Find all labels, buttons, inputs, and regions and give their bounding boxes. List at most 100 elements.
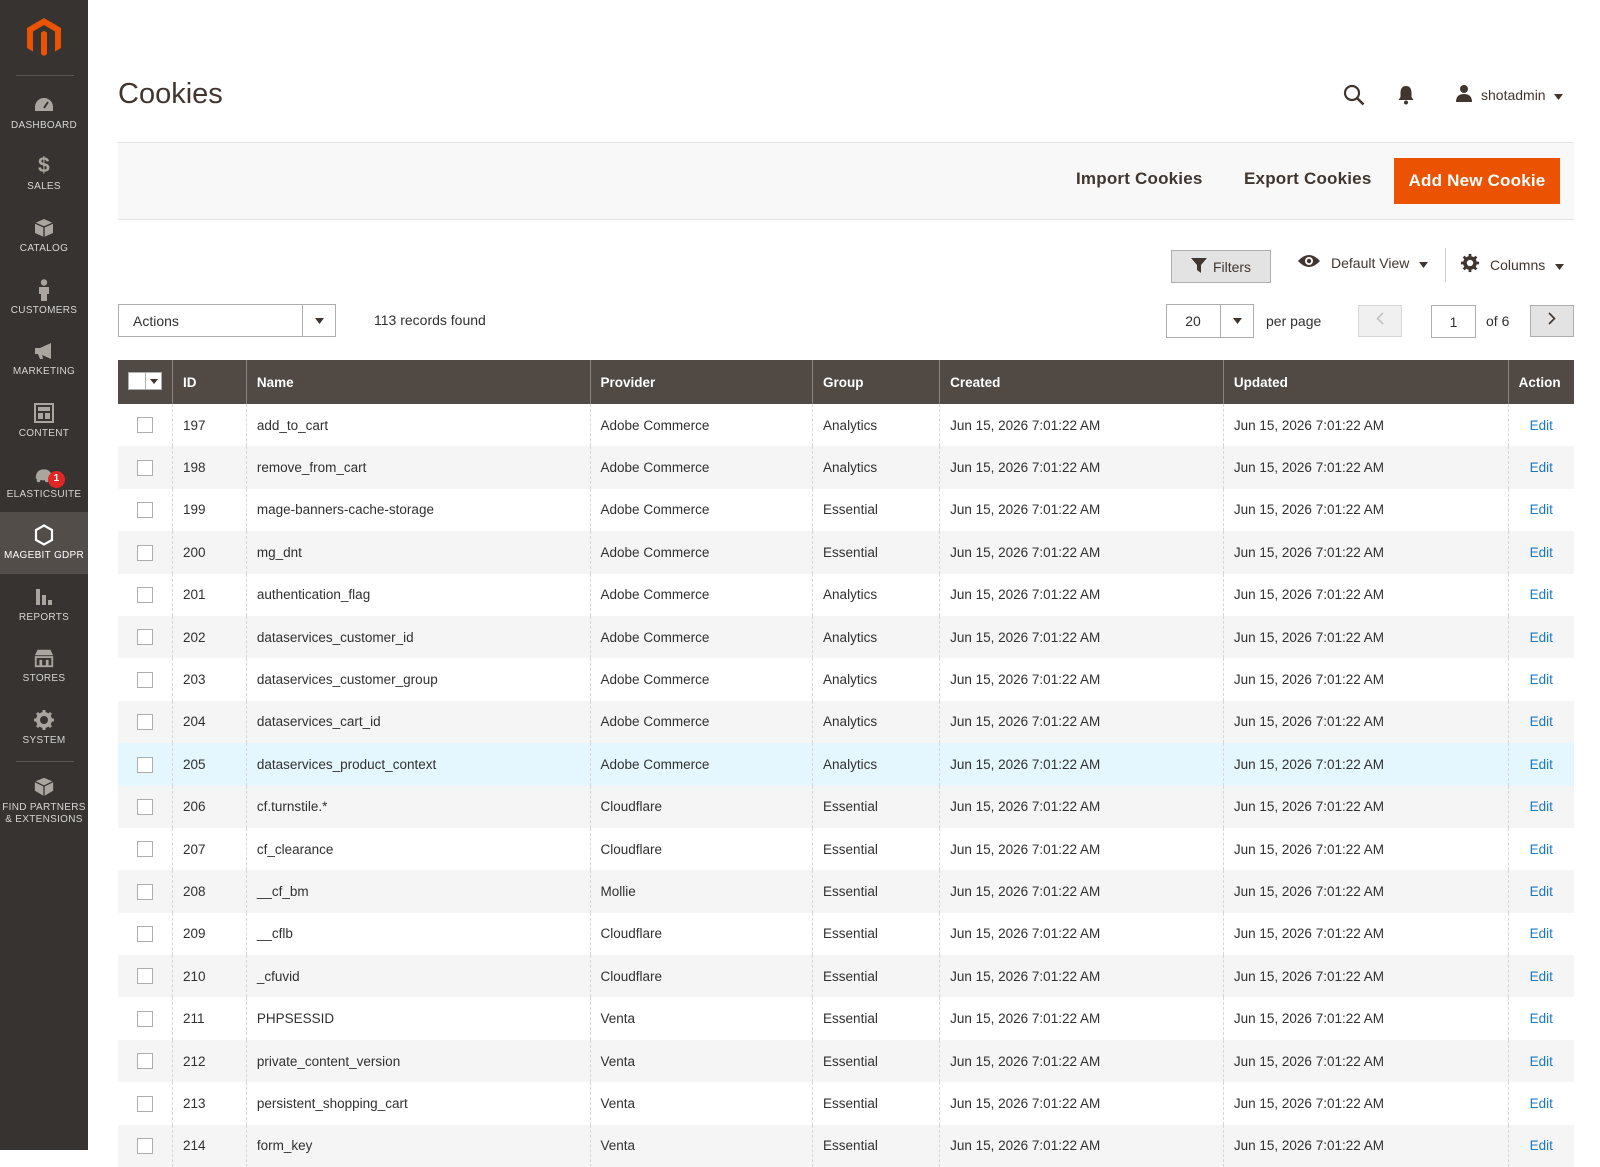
row-select-checkbox[interactable] <box>137 586 153 603</box>
edit-link[interactable]: Edit <box>1530 1011 1553 1026</box>
row-select-checkbox[interactable] <box>137 756 153 773</box>
row-select-checkbox[interactable] <box>137 629 153 646</box>
table-row[interactable]: 208 __cf_bm Mollie Essential Jun 15, 2026 7:… <box>118 870 1574 913</box>
table-row[interactable]: 210 _cfuvid Cloudflare Essential Jun 15, 202… <box>118 955 1574 998</box>
previous-page-button[interactable] <box>1358 305 1402 337</box>
sidebar-item-sales[interactable]: $ SALES <box>0 143 88 205</box>
edit-link[interactable]: Edit <box>1530 630 1553 645</box>
row-select-checkbox[interactable] <box>137 926 153 943</box>
table-row[interactable]: 205 dataservices_product_context Adobe Com… <box>118 743 1574 786</box>
row-select-checkbox[interactable] <box>137 671 153 688</box>
sidebar-item-content[interactable]: CONTENT <box>0 390 88 452</box>
edit-link[interactable]: Edit <box>1530 714 1553 729</box>
table-row[interactable]: 200 mg_dnt Adobe Commerce Essential Jun 15, … <box>118 531 1574 574</box>
import-cookies-button[interactable]: Import Cookies <box>1076 169 1203 189</box>
table-row[interactable]: 206 cf.turnstile.* Cloudflare Essential Jun … <box>118 785 1574 828</box>
cell-updated: Jun 15, 2026 7:01:22 AM <box>1222 531 1509 574</box>
table-row[interactable]: 198 remove_from_cart Adobe Commerce Analyti… <box>118 446 1574 489</box>
row-select-checkbox[interactable] <box>137 544 153 561</box>
edit-link[interactable]: Edit <box>1530 799 1553 814</box>
column-header-created[interactable]: Created <box>939 360 1224 404</box>
sidebar-item-customers[interactable]: CUSTOMERS <box>0 267 88 329</box>
edit-link[interactable]: Edit <box>1530 1138 1553 1153</box>
edit-link[interactable]: Edit <box>1530 757 1553 772</box>
filters-button[interactable]: Filters <box>1171 250 1271 283</box>
column-header-provider[interactable]: Provider <box>589 360 813 404</box>
cell-name: private_content_version <box>245 1039 591 1083</box>
table-row[interactable]: 197 add_to_cart Adobe Commerce Analytics Jun… <box>118 404 1574 447</box>
table-row[interactable]: 207 cf_clearance Cloudflare Essential Jun 15… <box>118 827 1574 871</box>
row-select-checkbox[interactable] <box>137 502 153 519</box>
cell-name: remove_from_cart <box>245 446 591 489</box>
sidebar-item-elasticsuite[interactable]: 1 ELASTICSUITE <box>0 451 88 513</box>
edit-link[interactable]: Edit <box>1530 587 1553 602</box>
table-row[interactable]: 212 private_content_version Venta Essential… <box>118 1039 1574 1083</box>
chevron-down-icon <box>1419 255 1429 271</box>
table-row[interactable]: 214 form_key Venta Essential Jun 15, 2026 7:… <box>118 1124 1574 1167</box>
page-number-input[interactable]: 1 <box>1431 305 1476 338</box>
table-row[interactable]: 203 dataservices_customer_group Adobe Comm… <box>118 658 1574 701</box>
table-row[interactable]: 211 PHPSESSID Venta Essential Jun 15, 2026 7… <box>118 997 1574 1040</box>
table-row[interactable]: 209 __cflb Cloudflare Essential Jun 15, 2026… <box>118 912 1574 956</box>
row-select-checkbox[interactable] <box>137 417 153 434</box>
edit-link[interactable]: Edit <box>1530 672 1553 687</box>
next-page-button[interactable] <box>1530 305 1574 337</box>
magento-logo[interactable] <box>0 0 88 76</box>
edit-link[interactable]: Edit <box>1530 969 1553 984</box>
table-row[interactable]: 213 persistent_shopping_cart Venta Essentia… <box>118 1082 1574 1125</box>
table-row[interactable]: 202 dataservices_customer_id Adobe Commerc… <box>118 615 1574 659</box>
row-select-checkbox[interactable] <box>137 1138 153 1155</box>
add-new-cookie-button[interactable]: Add New Cookie <box>1394 158 1560 204</box>
sidebar-item-stores[interactable]: STORES <box>0 635 88 697</box>
column-header-name[interactable]: Name <box>245 360 591 404</box>
edit-link[interactable]: Edit <box>1530 502 1553 517</box>
row-select-checkbox[interactable] <box>137 968 153 985</box>
edit-link[interactable]: Edit <box>1530 1054 1553 1069</box>
cell-action: Edit <box>1507 1124 1574 1167</box>
table-row[interactable]: 199 mage-banners-cache-storage Adobe Comme… <box>118 488 1574 532</box>
edit-link[interactable]: Edit <box>1530 460 1553 475</box>
row-select-checkbox[interactable] <box>137 714 153 731</box>
dashboard-icon <box>33 94 55 116</box>
mass-select-checkbox[interactable] <box>128 372 162 390</box>
sidebar-item-dashboard[interactable]: DASHBOARD <box>0 82 88 144</box>
cell-updated: Jun 15, 2026 7:01:22 AM <box>1222 955 1509 998</box>
mass-select-header[interactable] <box>118 360 173 404</box>
row-select-checkbox[interactable] <box>137 1010 153 1027</box>
columns-dropdown[interactable]: Columns <box>1460 253 1565 276</box>
per-page-select[interactable]: 20 <box>1166 304 1254 338</box>
cell-action: Edit <box>1507 955 1574 998</box>
row-select-checkbox[interactable] <box>137 1053 153 1070</box>
row-select-checkbox[interactable] <box>137 798 153 815</box>
default-view-dropdown[interactable]: Default View <box>1297 253 1429 272</box>
edit-link[interactable]: Edit <box>1530 926 1553 941</box>
column-header-group[interactable]: Group <box>812 360 940 404</box>
sidebar-item-system[interactable]: SYSTEM <box>0 697 88 759</box>
export-cookies-button[interactable]: Export Cookies <box>1244 169 1372 189</box>
column-header-updated[interactable]: Updated <box>1222 360 1509 404</box>
edit-link[interactable]: Edit <box>1530 1096 1553 1111</box>
search-icon[interactable] <box>1341 82 1367 108</box>
table-row[interactable]: 201 authentication_flag Adobe Commerce Anal… <box>118 573 1574 616</box>
row-select-checkbox[interactable] <box>137 1095 153 1112</box>
sidebar-item-find-partners[interactable]: FIND PARTNERS & EXTENSIONS <box>0 765 88 837</box>
table-row[interactable]: 204 dataservices_cart_id Adobe Commerce Ana… <box>118 700 1574 744</box>
edit-link[interactable]: Edit <box>1530 418 1553 433</box>
edit-link[interactable]: Edit <box>1530 842 1553 857</box>
row-select-checkbox[interactable] <box>137 459 153 476</box>
cell-name: authentication_flag <box>245 573 591 616</box>
row-select-checkbox[interactable] <box>137 841 153 858</box>
sidebar-item-reports[interactable]: REPORTS <box>0 574 88 636</box>
sidebar-item-catalog[interactable]: CATALOG <box>0 205 88 267</box>
sidebar-item-magebit-gdpr[interactable]: MAGEBIT GDPR <box>0 512 88 574</box>
user-menu[interactable]: shotadmin <box>1455 84 1563 105</box>
bell-icon[interactable] <box>1393 82 1419 108</box>
edit-link[interactable]: Edit <box>1530 884 1553 899</box>
cell-provider: Adobe Commerce <box>589 615 813 659</box>
sidebar-item-marketing[interactable]: MARKETING <box>0 328 88 390</box>
mass-actions-select[interactable]: Actions <box>118 304 336 337</box>
cell-id: 206 <box>172 785 247 828</box>
column-header-id[interactable]: ID <box>172 360 247 404</box>
edit-link[interactable]: Edit <box>1530 545 1553 560</box>
row-select-checkbox[interactable] <box>137 883 153 900</box>
